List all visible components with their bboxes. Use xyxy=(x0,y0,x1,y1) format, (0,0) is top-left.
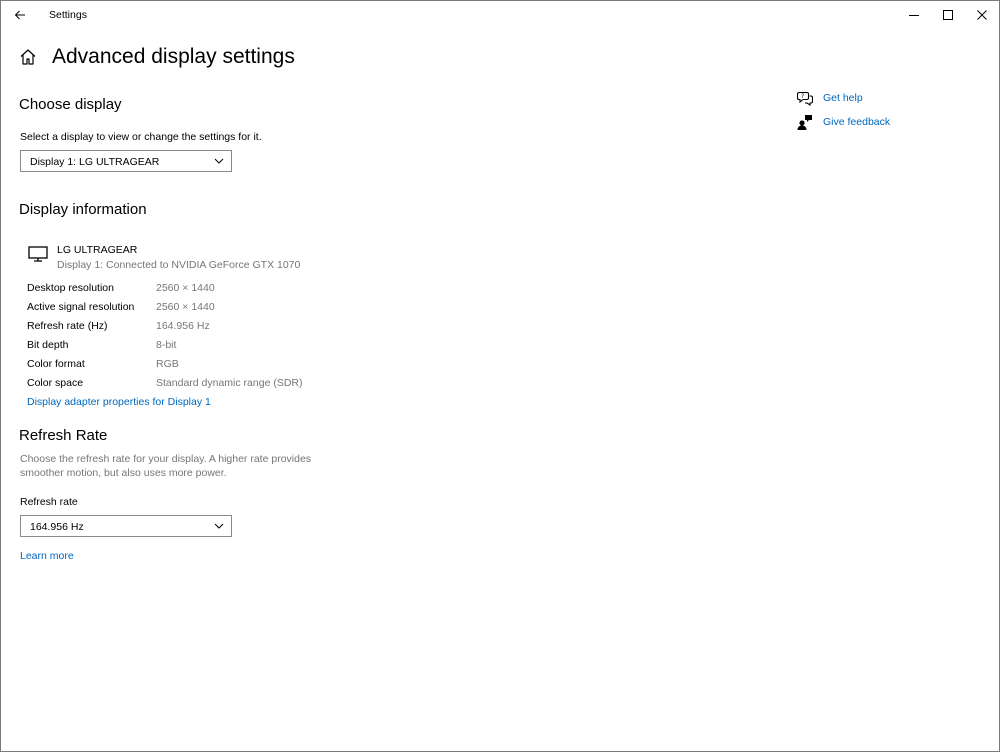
close-icon xyxy=(977,10,987,20)
info-label: Bit depth xyxy=(27,339,69,351)
info-value: 164.956 Hz xyxy=(156,320,210,332)
give-feedback-icon xyxy=(797,115,812,130)
back-arrow-icon xyxy=(14,10,25,20)
chevron-down-icon xyxy=(214,158,224,164)
info-label: Active signal resolution xyxy=(27,301,135,313)
info-label: Refresh rate (Hz) xyxy=(27,320,108,332)
settings-window: Settings Advanced display settings Choos… xyxy=(0,0,1000,752)
refresh-rate-select-value: 164.956 Hz xyxy=(30,521,84,533)
chevron-down-icon xyxy=(214,523,224,529)
refresh-rate-description-line2: smoother motion, but also uses more powe… xyxy=(20,467,227,479)
monitor-icon xyxy=(28,246,48,262)
monitor-connection: Display 1: Connected to NVIDIA GeForce G… xyxy=(57,259,301,271)
svg-text:?: ? xyxy=(801,93,804,100)
refresh-rate-heading: Refresh Rate xyxy=(19,427,108,444)
minimize-button[interactable] xyxy=(895,1,933,29)
page-header: Advanced display settings xyxy=(19,45,295,69)
choose-display-description: Select a display to view or change the s… xyxy=(20,131,262,143)
display-adapter-properties-link[interactable]: Display adapter properties for Display 1 xyxy=(27,396,211,408)
display-select-value: Display 1: LG ULTRAGEAR xyxy=(30,156,160,168)
display-select[interactable]: Display 1: LG ULTRAGEAR xyxy=(20,150,232,172)
learn-more-link[interactable]: Learn more xyxy=(20,550,74,562)
info-label: Desktop resolution xyxy=(27,282,114,294)
refresh-rate-description-line1: Choose the refresh rate for your display… xyxy=(20,453,312,465)
page-title: Advanced display settings xyxy=(52,45,295,68)
maximize-icon xyxy=(943,10,953,20)
refresh-rate-field-label: Refresh rate xyxy=(20,496,78,508)
refresh-rate-select[interactable]: 164.956 Hz xyxy=(20,515,232,537)
info-value: 8-bit xyxy=(156,339,177,351)
get-help-label: Get help xyxy=(823,92,863,104)
info-label: Color space xyxy=(27,377,84,389)
info-label: Color format xyxy=(27,358,85,370)
display-information-heading: Display information xyxy=(19,201,147,218)
home-icon[interactable] xyxy=(19,48,37,66)
choose-display-heading: Choose display xyxy=(19,96,122,113)
info-value: 2560 × 1440 xyxy=(156,282,215,294)
info-value: 2560 × 1440 xyxy=(156,301,215,313)
title-bar: Settings xyxy=(1,1,999,31)
maximize-button[interactable] xyxy=(929,1,967,29)
app-title: Settings xyxy=(49,9,87,21)
get-help-icon: ? xyxy=(797,91,813,106)
back-button[interactable] xyxy=(7,3,33,27)
give-feedback-label: Give feedback xyxy=(823,116,891,128)
minimize-icon xyxy=(909,15,919,16)
monitor-name: LG ULTRAGEAR xyxy=(57,244,138,256)
give-feedback-link[interactable]: Give feedback xyxy=(797,114,890,130)
info-value: RGB xyxy=(156,358,179,370)
close-button[interactable] xyxy=(963,1,999,29)
info-value: Standard dynamic range (SDR) xyxy=(156,377,303,389)
get-help-link[interactable]: ? Get help xyxy=(797,90,863,106)
